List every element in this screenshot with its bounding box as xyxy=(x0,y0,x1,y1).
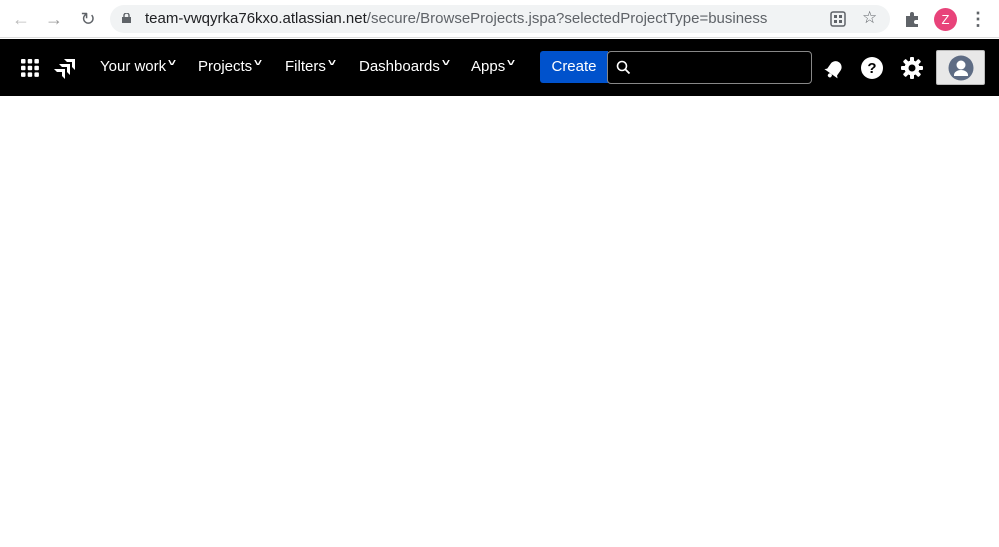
chevron-down-icon: ˅ xyxy=(441,58,450,69)
url-text: team-vwqyrka76kxo.atlassian.net/secure/B… xyxy=(145,10,767,27)
menu-kebab-icon[interactable]: ⋮ xyxy=(967,8,989,30)
nav-apps[interactable]: Apps ˅ xyxy=(471,58,516,75)
nav-label: Filters xyxy=(285,58,326,75)
address-bar[interactable]: team-vwqyrka76kxo.atlassian.net/secure/B… xyxy=(110,5,890,33)
profile-avatar[interactable]: Z xyxy=(934,8,957,31)
chevron-down-icon: ˅ xyxy=(327,58,336,69)
url-path: /secure/BrowseProjects.jspa?selectedProj… xyxy=(366,10,768,27)
lock-icon xyxy=(122,13,131,23)
url-host: team-vwqyrka76kxo.atlassian.net xyxy=(145,10,367,27)
nav-label: Apps xyxy=(471,58,506,75)
nav-your-work[interactable]: Your work ˅ xyxy=(100,58,177,75)
svg-text:?: ? xyxy=(867,60,876,77)
chevron-down-icon: ˅ xyxy=(507,58,516,69)
page-content xyxy=(0,96,999,547)
bookmark-star-icon[interactable]: ☆ xyxy=(862,8,877,28)
help-icon[interactable]: ? xyxy=(860,56,884,80)
extensions-icon[interactable] xyxy=(904,11,921,28)
jira-logo-icon[interactable] xyxy=(54,57,76,79)
nav-label: Your work xyxy=(100,58,167,75)
settings-gear-icon[interactable] xyxy=(900,56,924,80)
nav-label: Dashboards xyxy=(359,58,440,75)
search-input[interactable] xyxy=(607,51,812,84)
chevron-down-icon: ˅ xyxy=(167,58,177,69)
nav-dashboards[interactable]: Dashboards ˅ xyxy=(359,58,450,75)
forward-icon[interactable]: → xyxy=(43,8,65,30)
chevron-down-icon: ˅ xyxy=(254,58,263,69)
search-icon xyxy=(616,60,631,75)
reload-icon[interactable]: ↻ xyxy=(77,8,99,30)
profile-button[interactable] xyxy=(936,50,985,85)
nav-label: Projects xyxy=(198,58,253,75)
app-switcher-icon[interactable] xyxy=(21,59,39,77)
qr-code-icon[interactable] xyxy=(830,11,846,27)
back-icon[interactable]: ← xyxy=(10,8,32,30)
browser-toolbar: ← → ↻ team-vwqyrka76kxo.atlassian.net/se… xyxy=(0,0,999,38)
nav-filters[interactable]: Filters ˅ xyxy=(285,58,336,75)
user-avatar-icon xyxy=(948,55,974,81)
create-button[interactable]: Create xyxy=(540,51,608,83)
jira-top-nav: Your work ˅ Projects ˅ Filters ˅ Dashboards… xyxy=(0,39,999,96)
notifications-bell-icon[interactable] xyxy=(823,56,847,80)
nav-projects[interactable]: Projects ˅ xyxy=(198,58,263,75)
